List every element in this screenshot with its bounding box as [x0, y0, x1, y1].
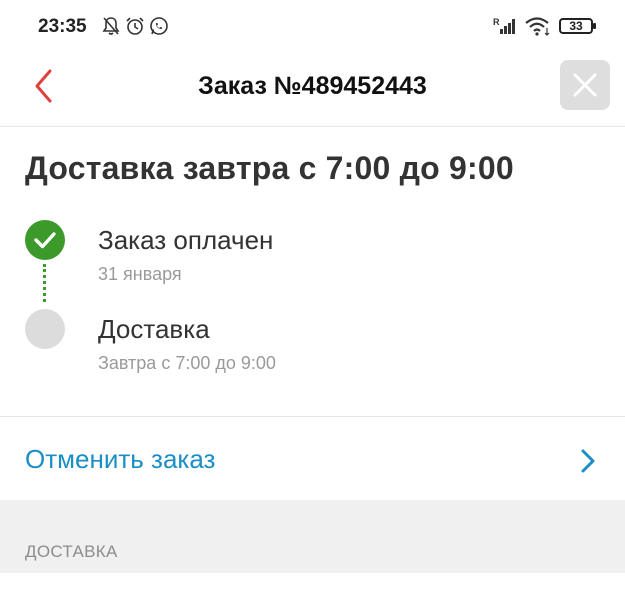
section-label: ДОСТАВКА: [25, 542, 118, 561]
chevron-right-icon: [581, 449, 595, 473]
status-bar: 23:35 R 33: [0, 0, 625, 56]
step-done-indicator: [25, 220, 65, 260]
delivery-heading: Доставка завтра с 7:00 до 9:00: [25, 150, 514, 186]
status-icons-left: [101, 16, 169, 36]
cancel-order-button[interactable]: Отменить заказ: [0, 418, 625, 500]
close-button[interactable]: [560, 60, 610, 110]
checkmark-icon: [34, 232, 56, 249]
close-icon: [573, 73, 597, 97]
step-paid-date: 31 января: [98, 264, 182, 284]
signal-icon: R: [493, 17, 515, 34]
wifi-icon: [525, 17, 550, 36]
timeline-connector: [43, 264, 46, 302]
status-time: 23:35: [38, 16, 87, 37]
step-delivery-time: Завтра с 7:00 до 9:00: [98, 353, 276, 373]
delivery-section-header: ДОСТАВКА: [0, 500, 625, 573]
status-icons-right: R 33: [493, 16, 596, 36]
alarm-icon: [126, 17, 144, 35]
signal-roaming-badge: R: [493, 17, 500, 27]
battery-indicator: 33: [559, 18, 596, 34]
whatsapp-icon: [150, 17, 168, 35]
step-delivery-title: Доставка: [98, 314, 210, 344]
cancel-order-label: Отменить заказ: [25, 444, 216, 474]
step-paid-title: Заказ оплачен: [98, 225, 274, 255]
header: Заказ №489452443: [0, 56, 625, 127]
step-pending-indicator: [25, 309, 65, 349]
order-screen: 23:35 R 33 Заказ №489452443 Доставка зав…: [0, 0, 625, 600]
bell-off-icon: [102, 17, 120, 35]
page-title: Заказ №489452443: [198, 72, 427, 100]
divider: [0, 416, 625, 417]
